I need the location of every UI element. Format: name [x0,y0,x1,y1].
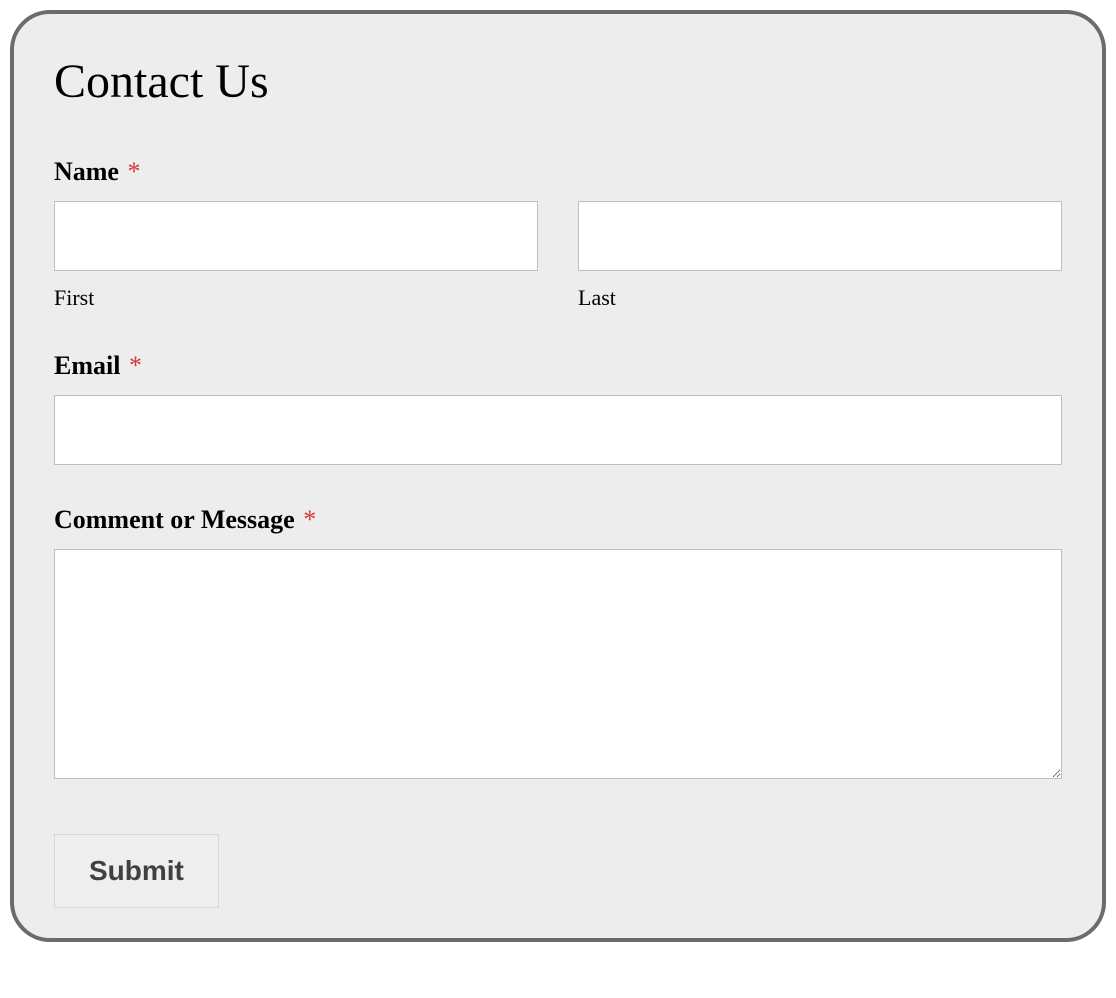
form-title: Contact Us [54,54,1062,109]
email-label-text: Email [54,351,120,380]
required-star-icon: * [127,157,140,186]
first-name-input[interactable] [54,201,538,271]
required-star-icon: * [129,351,142,380]
contact-form-card: Contact Us Name * First Last Email * Com… [10,10,1106,942]
name-label: Name * [54,157,1062,187]
last-name-input[interactable] [578,201,1062,271]
name-field-group: Name * First Last [54,157,1062,311]
email-input[interactable] [54,395,1062,465]
first-name-sublabel: First [54,285,538,311]
message-label-text: Comment or Message [54,505,295,534]
email-label: Email * [54,351,1062,381]
first-name-column: First [54,201,538,311]
last-name-column: Last [578,201,1062,311]
message-label: Comment or Message * [54,505,1062,535]
email-field-group: Email * [54,351,1062,465]
message-textarea[interactable] [54,549,1062,779]
name-label-text: Name [54,157,119,186]
last-name-sublabel: Last [578,285,1062,311]
submit-button[interactable]: Submit [54,834,219,908]
message-field-group: Comment or Message * [54,505,1062,784]
name-row: First Last [54,201,1062,311]
required-star-icon: * [303,505,316,534]
